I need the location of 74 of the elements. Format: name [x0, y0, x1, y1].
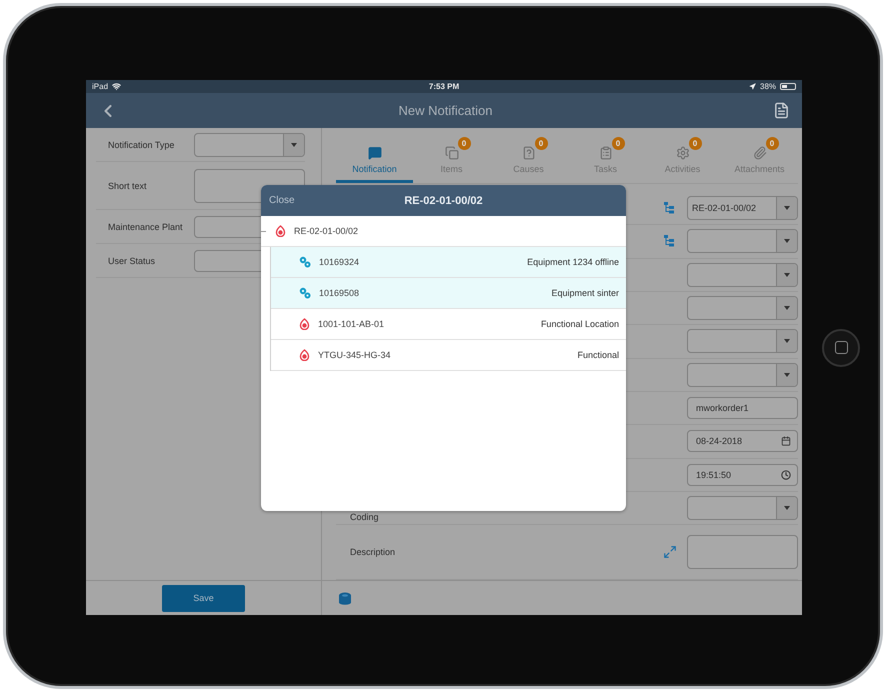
tree-row[interactable]: 1001-101-AB-01 Functional Location: [271, 309, 626, 340]
clipboard-icon: [598, 146, 612, 160]
calendar-icon[interactable]: [781, 436, 791, 446]
count-badge: 0: [688, 136, 702, 150]
battery-percent: 38%: [760, 82, 776, 91]
text-area[interactable]: [687, 535, 798, 570]
dialog-title: RE-02-01-00/02: [404, 194, 483, 206]
item-code: RE-02-01-00/02: [294, 226, 358, 236]
date-field[interactable]: 08-24-2018: [687, 430, 798, 452]
document-info-icon[interactable]: [773, 102, 790, 119]
field-label: User Status: [108, 256, 156, 266]
caret-icon: [291, 142, 297, 146]
expand-icon[interactable]: [663, 545, 677, 560]
gears-icon: [299, 287, 311, 299]
item-code: 10169508: [319, 288, 360, 298]
carrier-label: iPad: [92, 82, 108, 91]
item-description: Equipment 1234 offline: [527, 257, 619, 267]
clock-time: 7:53 PM: [428, 82, 460, 91]
pages-icon: [444, 146, 458, 160]
dropdown-field[interactable]: [194, 132, 305, 156]
caret-icon: [784, 206, 790, 210]
message-icon: [368, 146, 382, 160]
location-icon: [299, 349, 310, 361]
hierarchy-icon[interactable]: [664, 202, 676, 214]
time-field[interactable]: 19:51:50: [687, 464, 798, 486]
caret-icon: [784, 272, 790, 277]
field-label: Description: [350, 547, 396, 558]
home-button[interactable]: [822, 328, 860, 366]
count-badge: 0: [766, 136, 778, 150]
field-label: Notification Type: [108, 140, 176, 150]
count-badge: 0: [534, 136, 548, 150]
item-description: Functional: [577, 350, 619, 360]
caret-icon: [784, 506, 790, 510]
save-button[interactable]: Save: [162, 584, 245, 612]
wifi-icon: [112, 82, 122, 91]
field-label: Coding: [350, 512, 379, 524]
item-code: YTGU-345-HG-34: [318, 350, 391, 360]
dropdown-field[interactable]: [687, 262, 798, 287]
screen-title: New Notification: [398, 103, 494, 118]
dropdown-field[interactable]: [687, 496, 798, 520]
tree-row[interactable]: YTGU-345-HG-34 Functional: [271, 340, 626, 371]
gear-icon: [676, 146, 690, 160]
item-code: 10169324: [319, 257, 360, 267]
gears-icon: [299, 256, 311, 268]
location-arrow-icon: [749, 83, 756, 90]
location-icon: [299, 318, 310, 330]
item-description: Functional Location: [540, 319, 619, 329]
dropdown-field[interactable]: [687, 329, 798, 354]
clock-icon[interactable]: [781, 470, 791, 480]
item-description: Equipment sinter: [551, 288, 619, 298]
location-icon: [275, 225, 286, 237]
battery-icon: [780, 83, 796, 90]
dropdown-field[interactable]: [687, 296, 798, 320]
item-code: 1001-101-AB-01: [318, 319, 384, 329]
hierarchy-icon[interactable]: [664, 235, 676, 248]
dropdown-field[interactable]: [687, 229, 798, 254]
paperclip-icon: [752, 146, 766, 160]
caret-icon: [784, 306, 790, 310]
tree-connector: [261, 231, 266, 232]
field-label: Short text: [108, 180, 148, 190]
caret-icon: [784, 372, 790, 377]
count-badge: 0: [458, 136, 470, 150]
tree-row[interactable]: RE-02-01-00/02: [261, 216, 626, 247]
dropdown-field[interactable]: RE-02-01-00/02: [687, 196, 798, 220]
tree-row[interactable]: 10169508 Equipment sinter: [271, 278, 626, 309]
close-link[interactable]: Close: [269, 195, 295, 206]
field-label: Maintenance Plant: [108, 222, 184, 232]
caret-icon: [784, 239, 790, 244]
count-badge: 0: [612, 136, 624, 150]
tree-row[interactable]: 10169324 Equipment 1234 offline: [271, 247, 626, 278]
caret-icon: [784, 339, 790, 344]
input-field[interactable]: mworkorder1: [687, 397, 798, 420]
dropdown-field[interactable]: [687, 362, 798, 387]
question-file-icon: [522, 146, 536, 160]
